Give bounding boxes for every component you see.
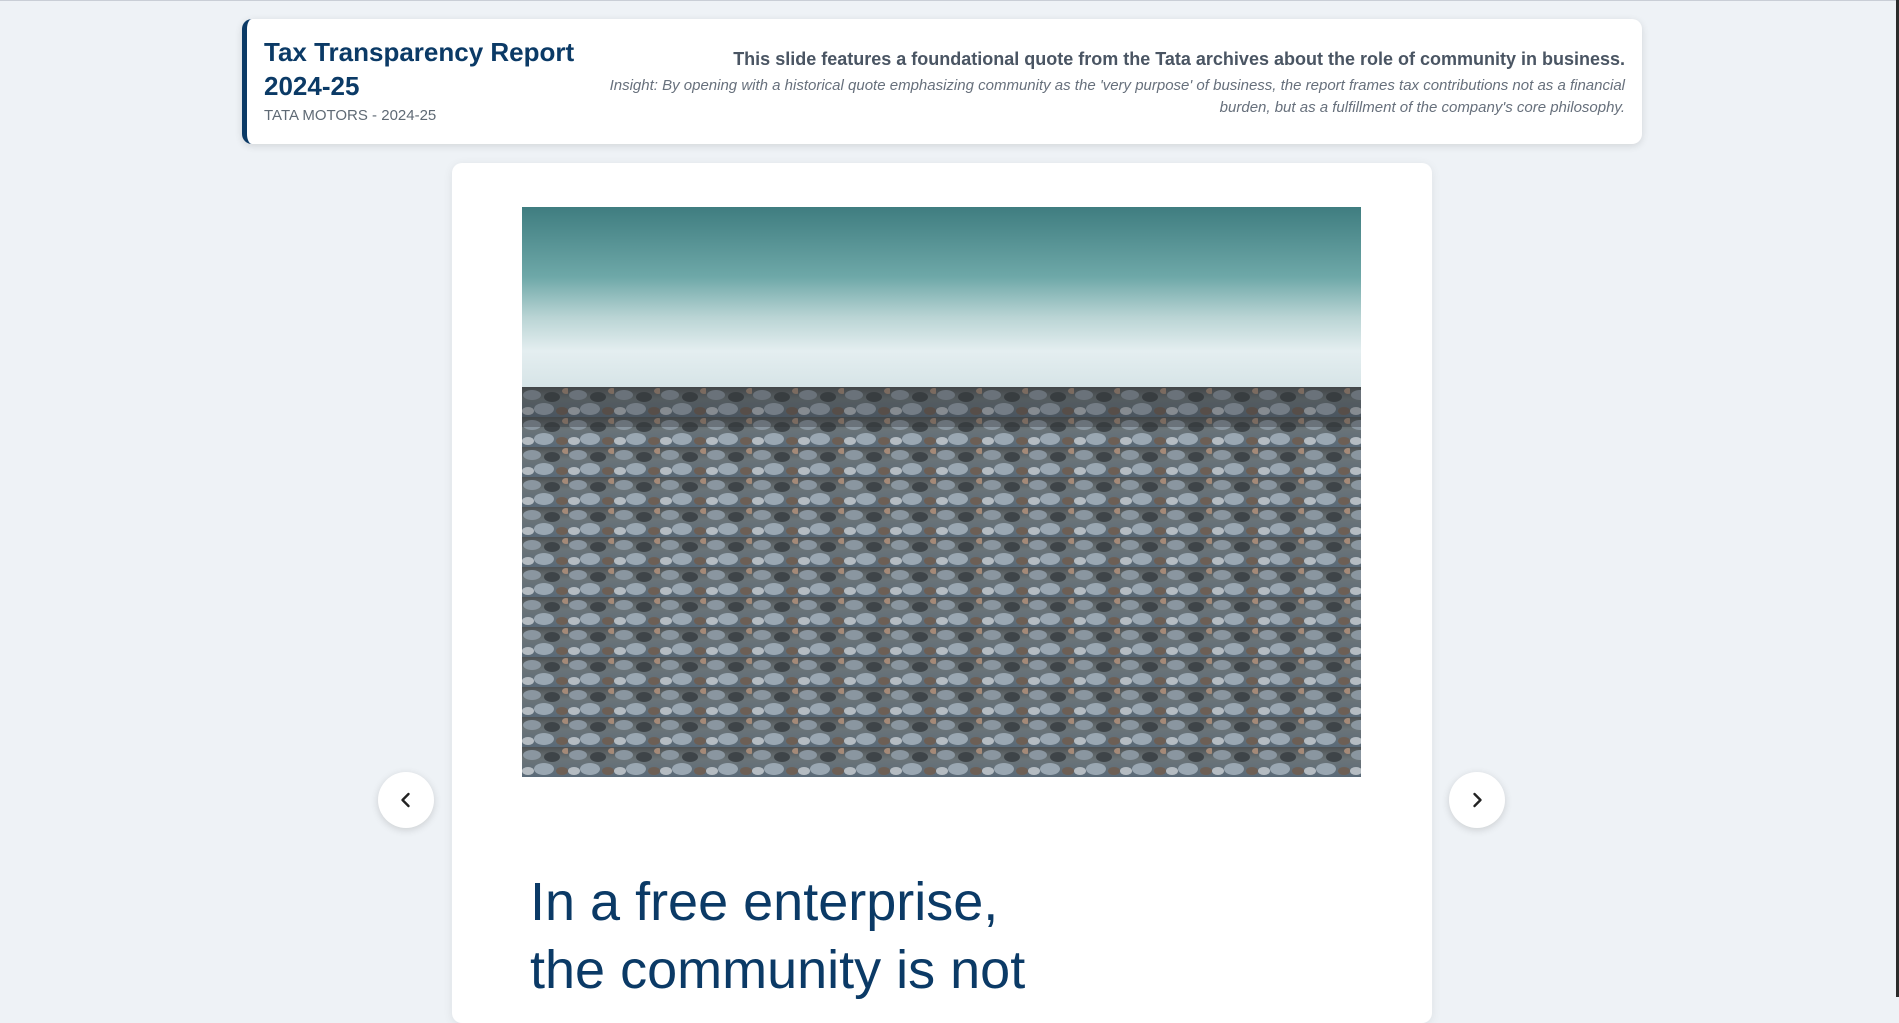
- report-title: Tax Transparency Report 2024-25: [264, 37, 575, 101]
- slide: In a free enterprise, the community is n…: [452, 163, 1432, 1023]
- report-subtitle: TATA MOTORS - 2024-25: [264, 107, 437, 124]
- window-top-border: [0, 0, 1899, 1]
- report-title-block: Tax Transparency Report 2024-25 TATA MOT…: [264, 35, 594, 124]
- slide-quote: In a free enterprise, the community is n…: [530, 868, 1025, 1004]
- chevron-left-icon: [401, 792, 410, 808]
- slide-insight: Insight: By opening with a historical qu…: [609, 77, 1625, 116]
- chevron-right-icon: [1473, 792, 1482, 808]
- pebble-beach-photo: [522, 207, 1361, 777]
- slide-description: This slide features a foundational quote…: [595, 47, 1625, 119]
- quote-line: In a free enterprise,: [530, 872, 999, 932]
- report-header: Tax Transparency Report 2024-25 TATA MOT…: [242, 19, 1642, 144]
- previous-slide-button[interactable]: [378, 772, 434, 828]
- slide-summary: This slide features a foundational quote…: [733, 49, 1625, 69]
- quote-line: the community is not: [530, 940, 1026, 1000]
- next-slide-button[interactable]: [1449, 772, 1505, 828]
